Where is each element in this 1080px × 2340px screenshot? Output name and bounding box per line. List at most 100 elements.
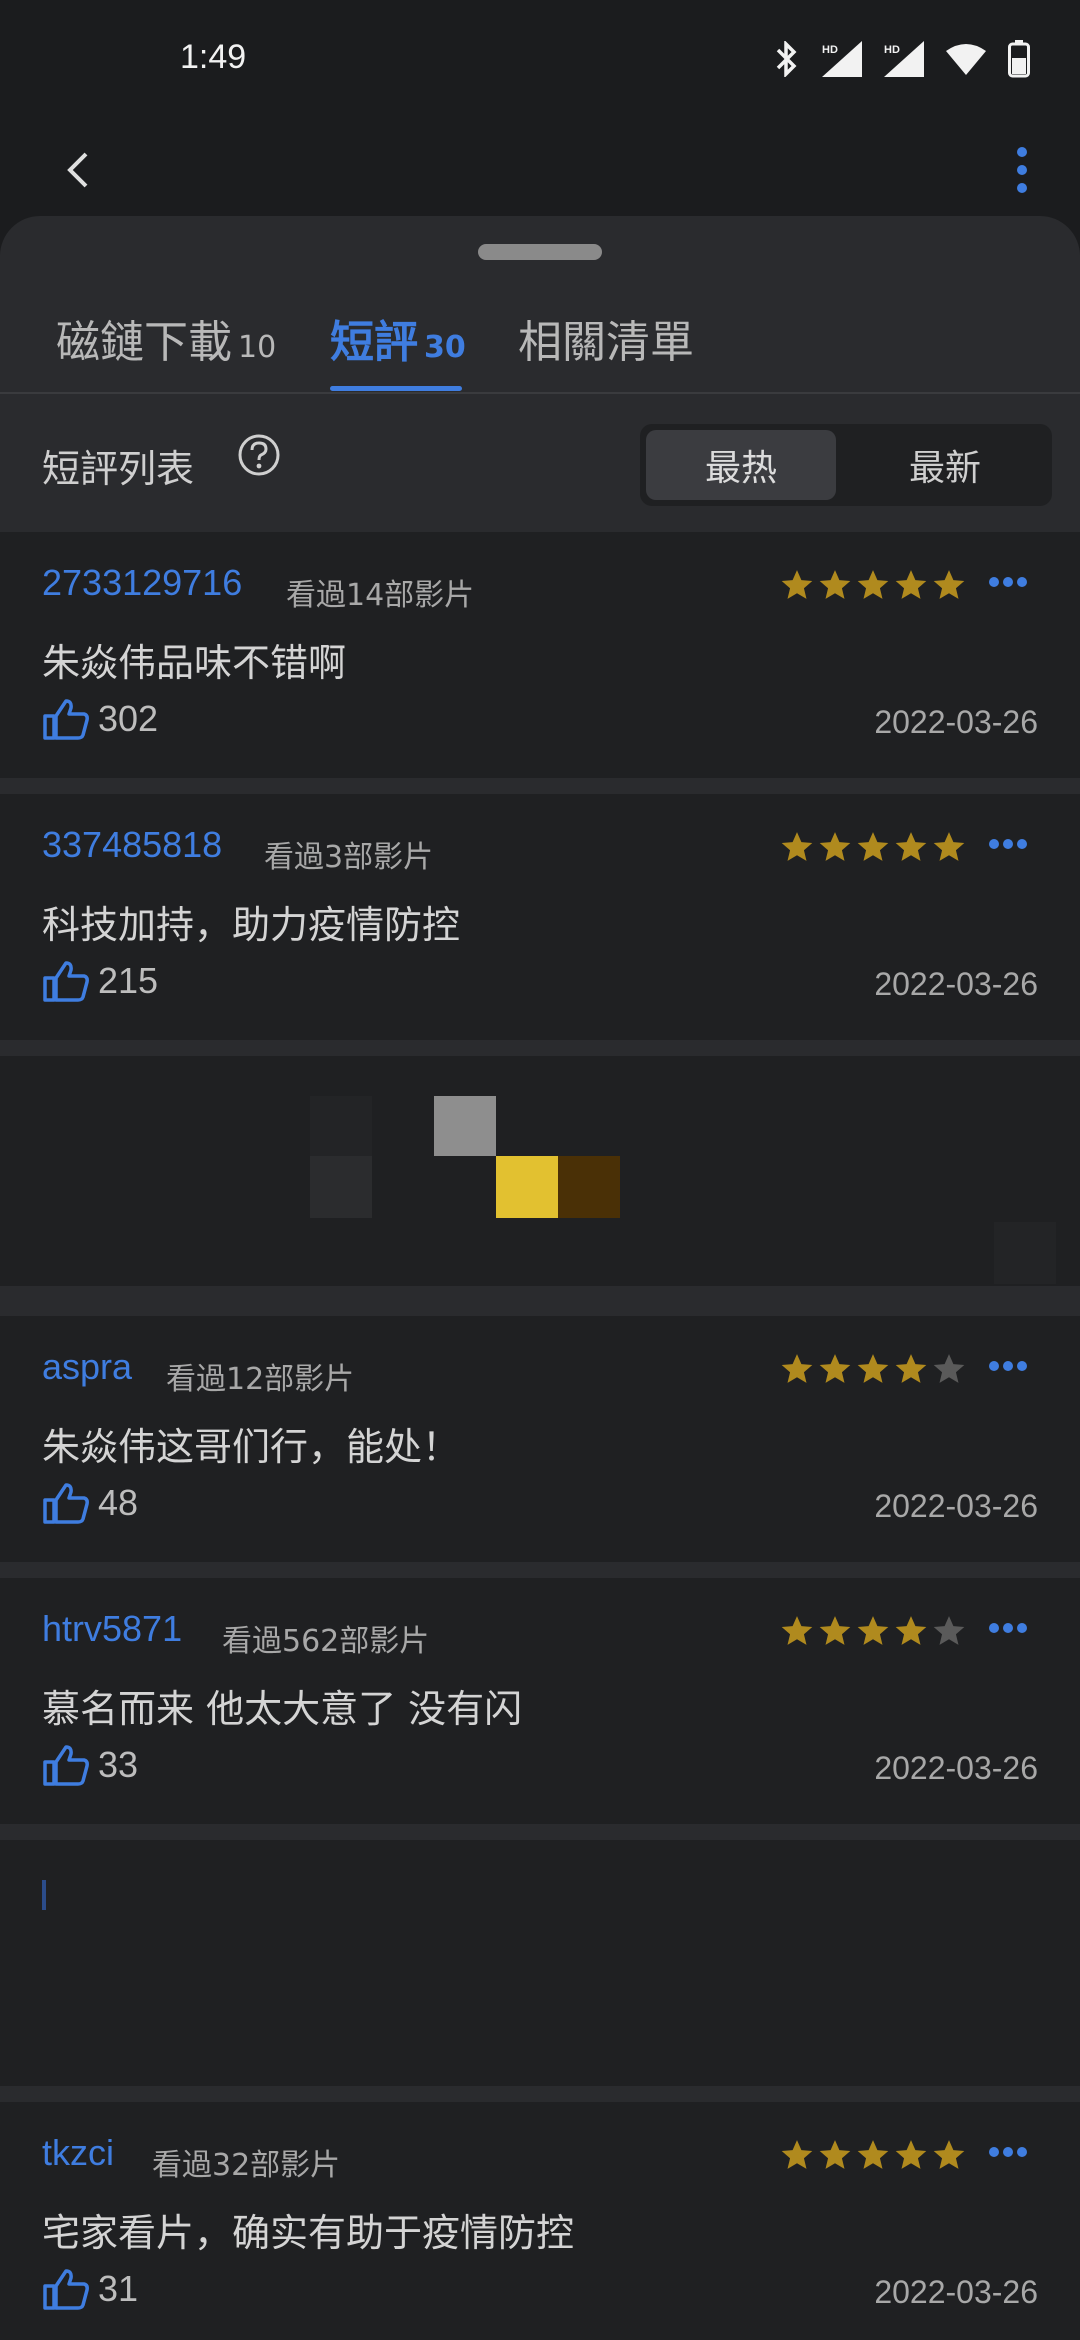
review-watched-count: 看過32部影片 [152, 2148, 341, 2183]
star-empty-icon [933, 1354, 965, 1383]
review-card[interactable]: 2733129716 看過14部影片 朱焱伟品味不错啊 302 2022-03-… [0, 532, 1080, 778]
rating-stars [780, 830, 966, 864]
review-date: 2022-03-26 [874, 2274, 1038, 2310]
thumbs-up-icon [43, 699, 89, 740]
tab-label: 相關清單 [518, 317, 694, 368]
review-watched-count: 看過3部影片 [264, 840, 434, 875]
star-filled-icon [933, 570, 965, 599]
star-filled-icon [895, 2140, 927, 2169]
ad-pixel [42, 1880, 46, 1910]
star-filled-icon [857, 1354, 889, 1383]
like-count: 302 [98, 698, 159, 739]
signal-hd-icon-2: HD [884, 41, 924, 77]
ad-pixel [994, 1222, 1056, 1284]
star-filled-icon [781, 1354, 813, 1383]
star-filled-icon [895, 1616, 927, 1645]
more-vert-icon [1017, 147, 1027, 193]
like-button[interactable]: 31 [42, 2268, 138, 2310]
star-filled-icon [895, 570, 927, 599]
review-username[interactable]: tkzci [42, 2132, 114, 2174]
battery-icon [1008, 40, 1030, 78]
tab-label: 短評 [330, 317, 418, 368]
tab-indicator [330, 386, 462, 391]
ad-banner[interactable] [0, 1056, 1080, 1286]
star-filled-icon [857, 570, 889, 599]
like-button[interactable]: 215 [42, 960, 158, 1002]
review-comment: 朱焱伟这哥们行，能处！ [42, 1425, 461, 1469]
thumbs-up-icon [43, 961, 89, 1002]
more-horiz-icon[interactable] [988, 2146, 1028, 2158]
review-date: 2022-03-26 [874, 704, 1038, 740]
star-filled-icon [781, 2140, 813, 2169]
review-card[interactable]: 337485818 看過3部影片 科技加持，助力疫情防控 215 2022-03… [0, 794, 1080, 1040]
thumbs-up-icon [43, 2269, 89, 2310]
review-card[interactable]: tkzci 看過32部影片 宅家看片，确实有助于疫情防控 31 2022-03-… [0, 2102, 1080, 2340]
review-username[interactable]: htrv5871 [42, 1608, 182, 1650]
more-horiz-icon[interactable] [988, 1360, 1028, 1372]
ad-pixel [310, 1096, 372, 1156]
star-filled-icon [781, 1616, 813, 1645]
tab-related-lists[interactable]: 相關清單 [518, 306, 694, 370]
star-filled-icon [895, 832, 927, 861]
review-username[interactable]: aspra [42, 1346, 132, 1388]
like-button[interactable]: 33 [42, 1744, 138, 1786]
rating-stars [780, 1352, 966, 1386]
tab-count: 30 [424, 330, 466, 365]
svg-text:HD: HD [822, 44, 838, 56]
thumbs-up-icon [43, 1483, 89, 1524]
review-watched-count: 看過562部影片 [222, 1624, 430, 1659]
help-icon[interactable] [236, 432, 282, 478]
like-count: 48 [98, 1482, 139, 1523]
star-filled-icon [819, 2140, 851, 2169]
review-date: 2022-03-26 [874, 966, 1038, 1002]
ad-pixel [558, 1156, 620, 1218]
sort-new-button[interactable]: 最新 [850, 430, 1040, 500]
like-button[interactable]: 48 [42, 1482, 138, 1524]
rating-stars [780, 2138, 966, 2172]
star-filled-icon [857, 1616, 889, 1645]
tab-label: 磁鏈下載 [56, 317, 232, 368]
review-comment: 科技加持，助力疫情防控 [42, 903, 461, 947]
tab-magnet-downloads[interactable]: 磁鏈下載 10 [56, 306, 276, 370]
more-horiz-icon[interactable] [988, 576, 1028, 588]
review-comment: 宅家看片，确实有助于疫情防控 [42, 2211, 575, 2255]
star-filled-icon [781, 832, 813, 861]
review-watched-count: 看過12部影片 [166, 1362, 355, 1397]
more-horiz-icon[interactable] [988, 838, 1028, 850]
list-title: 短評列表 [42, 447, 195, 491]
drag-handle[interactable] [478, 244, 602, 260]
ad-banner[interactable] [0, 1840, 1080, 2086]
review-comment: 朱焱伟品味不错啊 [42, 641, 347, 685]
review-comment: 慕名而来 他太大意了 没有闪 [42, 1687, 523, 1731]
review-card[interactable]: htrv5871 看過562部影片 慕名而来 他太大意了 没有闪 33 2022… [0, 1578, 1080, 1824]
star-filled-icon [933, 2140, 965, 2169]
more-horiz-icon[interactable] [988, 1622, 1028, 1634]
review-username[interactable]: 2733129716 [42, 562, 242, 604]
rating-stars [780, 1614, 966, 1648]
more-menu-button[interactable] [1000, 128, 1044, 212]
status-icons: HD HD [774, 40, 1030, 78]
star-filled-icon [857, 832, 889, 861]
thumbs-up-icon [43, 1745, 89, 1786]
like-button[interactable]: 302 [42, 698, 158, 740]
back-button[interactable] [48, 132, 108, 208]
tab-short-reviews[interactable]: 短評 30 [330, 306, 466, 370]
like-count: 215 [98, 960, 159, 1001]
app-bar [0, 120, 1080, 220]
star-filled-icon [857, 2140, 889, 2169]
list-header: 短評列表 最热 最新 [0, 394, 1080, 532]
status-bar: 1:49 HD HD [0, 0, 1080, 120]
sort-hot-button[interactable]: 最热 [646, 430, 836, 500]
review-date: 2022-03-26 [874, 1750, 1038, 1786]
review-watched-count: 看過14部影片 [286, 578, 475, 613]
bluetooth-icon [776, 41, 797, 77]
ad-pixel [310, 1156, 372, 1218]
review-username[interactable]: 337485818 [42, 824, 222, 866]
like-count: 33 [98, 1744, 139, 1785]
review-card[interactable]: aspra 看過12部影片 朱焱伟这哥们行，能处！ 48 2022-03-26 [0, 1316, 1080, 1562]
star-filled-icon [781, 570, 813, 599]
star-filled-icon [819, 570, 851, 599]
signal-hd-icon: HD [822, 41, 862, 77]
status-time: 1:49 [180, 38, 247, 76]
star-filled-icon [819, 1354, 851, 1383]
